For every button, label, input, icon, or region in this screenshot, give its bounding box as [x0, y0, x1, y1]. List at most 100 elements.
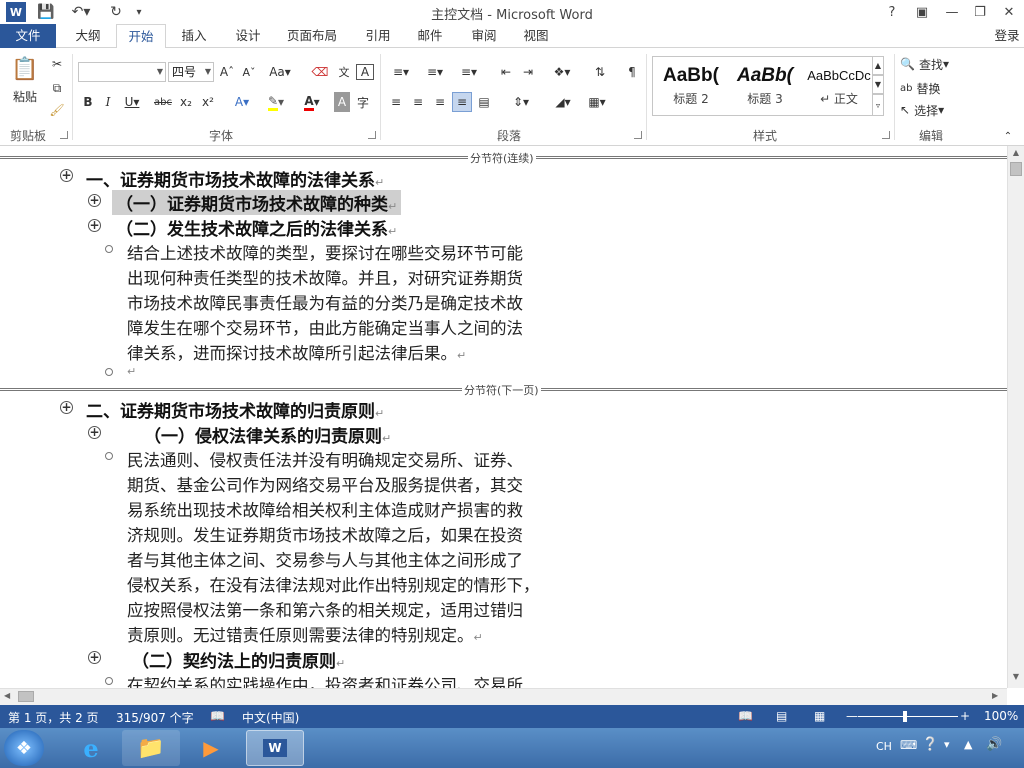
- borders-icon[interactable]: ▦▾: [582, 92, 612, 112]
- empty-paragraph[interactable]: ↵: [127, 365, 136, 378]
- bold-icon[interactable]: B: [80, 92, 96, 112]
- body-text-bullet-icon[interactable]: [105, 368, 113, 376]
- outline-expand-icon[interactable]: +: [88, 426, 101, 439]
- paste-icon[interactable]: 📋: [8, 54, 42, 84]
- replace-button[interactable]: ab 替换: [900, 78, 962, 98]
- ime-options-icon[interactable]: ▾: [944, 738, 950, 751]
- heading-1[interactable]: 二、证券期货市场技术故障的归责原则↵: [86, 397, 384, 422]
- body-line[interactable]: 者与其他主体之间、交易参与人与其他主体之间形成了: [127, 547, 523, 571]
- center-icon[interactable]: ≡: [408, 92, 428, 112]
- superscript-icon[interactable]: x²: [200, 92, 216, 112]
- style-heading-3[interactable]: AaBb( 标题 3: [729, 59, 801, 113]
- body-line[interactable]: 律关系，进而探讨技术故障所引起法律后果。↵: [127, 340, 466, 364]
- scroll-thumb[interactable]: [1010, 162, 1022, 176]
- tab-home[interactable]: 开始: [116, 24, 166, 49]
- start-button-icon[interactable]: ❖: [4, 730, 44, 766]
- page-count[interactable]: 第 1 页，共 2 页: [8, 709, 99, 726]
- clear-formatting-icon[interactable]: ⌫: [310, 62, 330, 82]
- strikethrough-icon[interactable]: abc: [152, 92, 174, 112]
- heading-2-selected[interactable]: （一）证券期货市场技术故障的种类↵: [112, 190, 402, 215]
- read-mode-icon[interactable]: 📖: [738, 709, 753, 723]
- show-hidden-icons-icon[interactable]: ▲: [964, 738, 972, 751]
- scroll-right-icon[interactable]: ▶: [992, 691, 1004, 703]
- tab-mailings[interactable]: 邮件: [408, 24, 452, 48]
- chinese-layout-icon[interactable]: ❖▾: [548, 62, 576, 82]
- tab-review[interactable]: 审阅: [462, 24, 506, 48]
- body-line[interactable]: 责原则。无过错责任原则需要法律的特别规定。↵: [127, 622, 483, 646]
- zoom-out-icon[interactable]: —: [846, 709, 858, 723]
- outline-expand-icon[interactable]: +: [88, 651, 101, 664]
- paragraph-launcher-icon[interactable]: [634, 131, 642, 139]
- ie-icon[interactable]: e: [62, 730, 120, 766]
- outline-expand-icon[interactable]: +: [60, 169, 73, 182]
- body-line[interactable]: 民法通则、侵权责任法并没有明确规定交易所、证券、: [127, 447, 523, 471]
- find-button[interactable]: 🔍 查找 ▾: [900, 54, 962, 74]
- tab-file[interactable]: 文件: [0, 24, 56, 48]
- body-text-bullet-icon[interactable]: [105, 452, 113, 460]
- scroll-down-icon[interactable]: ▼: [1010, 672, 1022, 684]
- help-button[interactable]: ?: [877, 0, 907, 24]
- minimize-icon[interactable]: —: [937, 0, 967, 24]
- document-area[interactable]: 分节符(连续) + 一、证券期货市场技术故障的法律关系↵ + （一）证券期货市场…: [0, 146, 1007, 688]
- body-line[interactable]: 障发生在哪个交易环节，由此方能确定当事人之间的法: [127, 315, 523, 339]
- change-case-button[interactable]: Aa ▾: [266, 62, 294, 82]
- multilevel-list-icon[interactable]: ≡▾: [454, 62, 484, 82]
- body-line[interactable]: 期货、基金公司作为网络交易平台及服务提供者，其交: [127, 472, 523, 496]
- body-line[interactable]: 市场技术故障民事责任最为有益的分类乃是确定技术故: [127, 290, 523, 314]
- bullets-icon[interactable]: ≡▾: [386, 62, 416, 82]
- tab-outline[interactable]: 大纲: [66, 24, 110, 48]
- language[interactable]: 中文(中国): [242, 709, 299, 726]
- keyboard-icon[interactable]: ⌨: [900, 738, 917, 752]
- word-taskbar-icon[interactable]: W: [246, 730, 304, 766]
- highlight-color-icon[interactable]: ✎ ▾: [262, 92, 290, 112]
- styles-launcher-icon[interactable]: [882, 131, 890, 139]
- underline-icon[interactable]: U▾: [120, 92, 144, 112]
- word-app-icon[interactable]: W: [6, 2, 26, 22]
- word-count[interactable]: 315/907 个字: [116, 709, 194, 726]
- zoom-slider-thumb[interactable]: [903, 711, 907, 722]
- styles-scroll-up-icon[interactable]: ▲: [872, 56, 884, 75]
- distributed-icon[interactable]: ▤: [474, 92, 494, 112]
- outline-expand-icon[interactable]: +: [60, 401, 73, 414]
- print-layout-icon[interactable]: ▤: [776, 709, 787, 723]
- italic-icon[interactable]: I: [100, 92, 116, 112]
- shading-icon[interactable]: ◢▾: [548, 92, 578, 112]
- outline-expand-icon[interactable]: +: [88, 219, 101, 232]
- save-icon[interactable]: 💾: [36, 2, 56, 22]
- heading-2[interactable]: （一）侵权法律关系的归责原则↵: [144, 422, 391, 447]
- close-icon[interactable]: ✕: [994, 0, 1024, 24]
- body-text-bullet-icon[interactable]: [105, 677, 113, 685]
- input-language[interactable]: CH: [876, 740, 892, 753]
- undo-icon[interactable]: ↶▾: [66, 2, 96, 22]
- restore-icon[interactable]: ❐: [965, 0, 995, 24]
- paste-button[interactable]: 粘贴: [8, 86, 42, 106]
- style-heading-2[interactable]: AaBb( 标题 2: [655, 59, 727, 113]
- shrink-font-icon[interactable]: Aˇ: [240, 62, 258, 82]
- enclose-characters-icon[interactable]: 字: [354, 92, 372, 112]
- select-button[interactable]: ↖ 选择 ▾: [900, 100, 962, 120]
- text-effects-icon[interactable]: A▾: [230, 92, 254, 112]
- body-line[interactable]: 应按照侵权法第一条和第六条的相关规定，适用过错归: [127, 597, 523, 621]
- body-line[interactable]: 侵权关系，在没有法律法规对此作出特别规定的情形下，: [127, 572, 540, 596]
- font-color-icon[interactable]: A ▾: [298, 92, 326, 112]
- clipboard-launcher-icon[interactable]: [60, 131, 68, 139]
- horizontal-scrollbar[interactable]: ◀ ▶: [0, 688, 1007, 705]
- show-marks-icon[interactable]: ¶: [622, 62, 642, 82]
- tab-view[interactable]: 视图: [514, 24, 558, 48]
- heading-1[interactable]: 一、证券期货市场技术故障的法律关系↵: [86, 166, 384, 191]
- collapse-ribbon-icon[interactable]: ⌃: [1000, 126, 1016, 146]
- explorer-icon[interactable]: 📁: [122, 730, 180, 766]
- character-shading-icon[interactable]: A: [334, 92, 350, 112]
- proofing-icon[interactable]: 📖: [210, 709, 225, 723]
- font-name-combo[interactable]: ▼: [78, 62, 166, 82]
- justify-icon[interactable]: ≡: [452, 92, 472, 112]
- zoom-in-icon[interactable]: +: [960, 709, 970, 723]
- align-right-icon[interactable]: ≡: [430, 92, 450, 112]
- zoom-slider[interactable]: [858, 716, 958, 717]
- style-normal[interactable]: AaBbCcDc ↵ 正文: [803, 59, 875, 113]
- tab-page-layout[interactable]: 页面布局: [280, 24, 344, 48]
- scroll-up-icon[interactable]: ▲: [1010, 148, 1022, 160]
- body-text-bullet-icon[interactable]: [105, 245, 113, 253]
- volume-icon[interactable]: 🔊: [986, 737, 1002, 752]
- help-tray-icon[interactable]: ❔: [922, 737, 938, 752]
